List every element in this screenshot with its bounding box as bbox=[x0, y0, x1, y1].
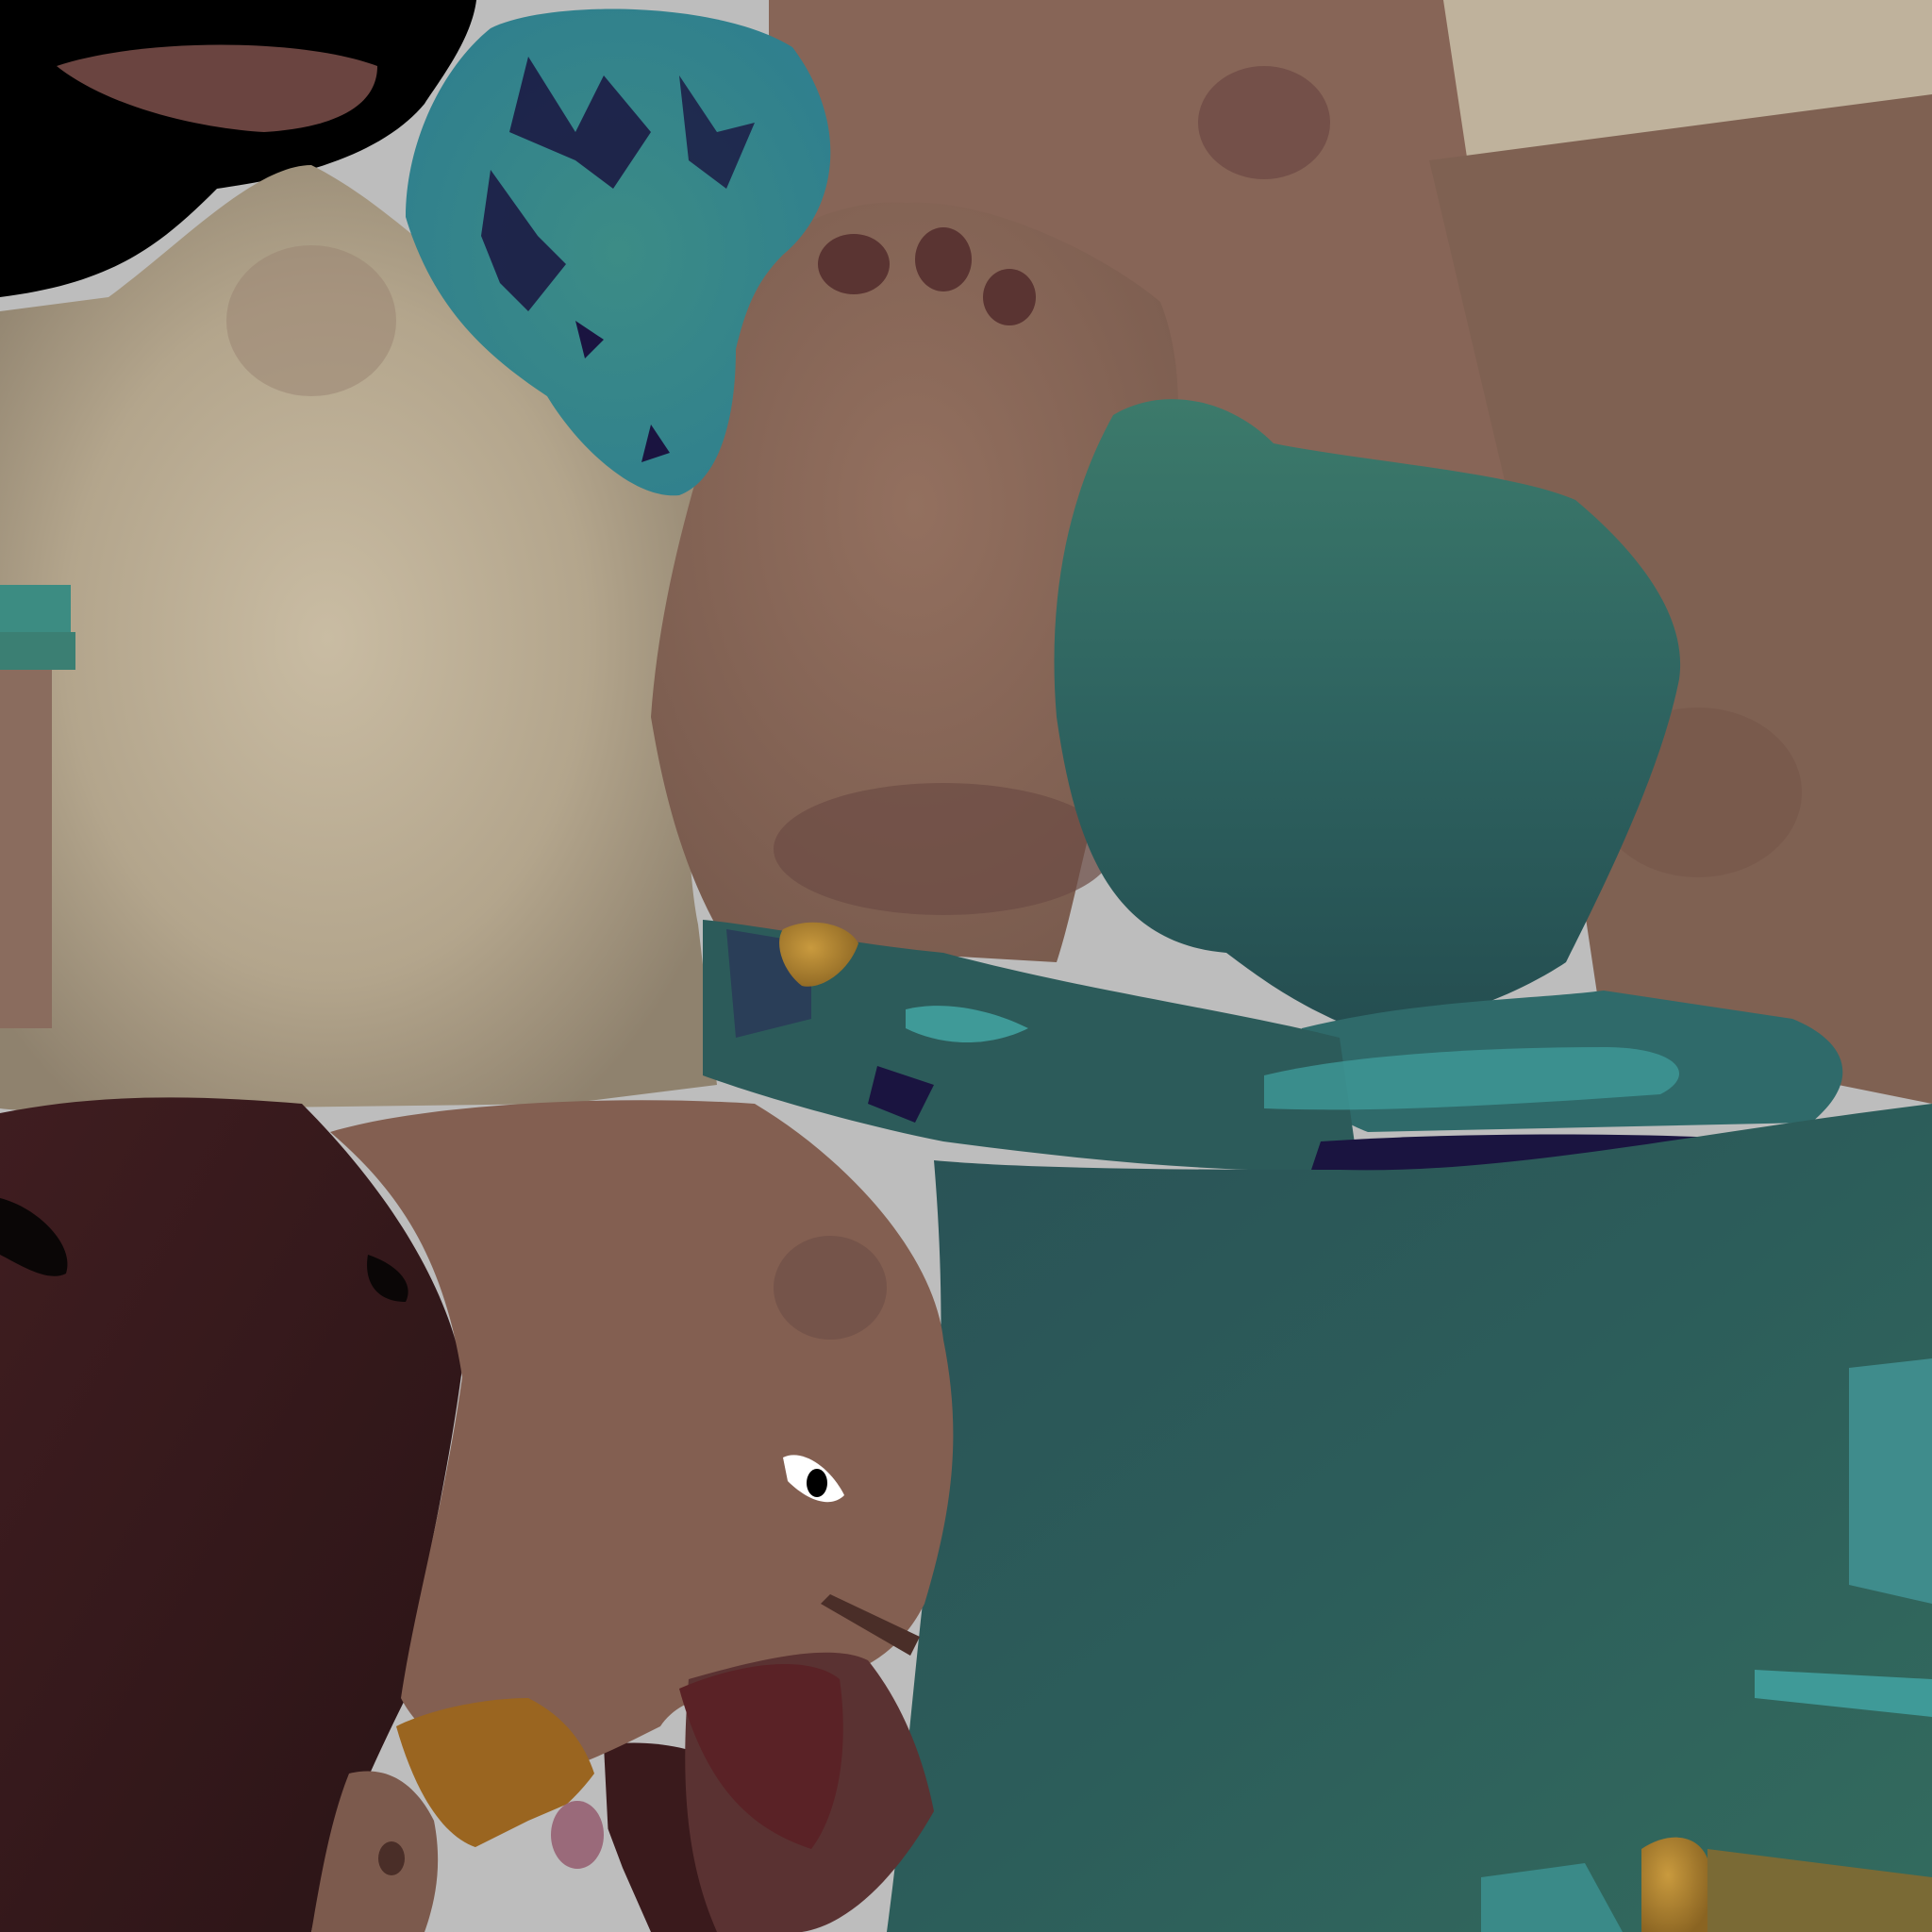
texture-atlas bbox=[0, 0, 1932, 1932]
teal-lower-region bbox=[887, 1104, 1932, 1932]
